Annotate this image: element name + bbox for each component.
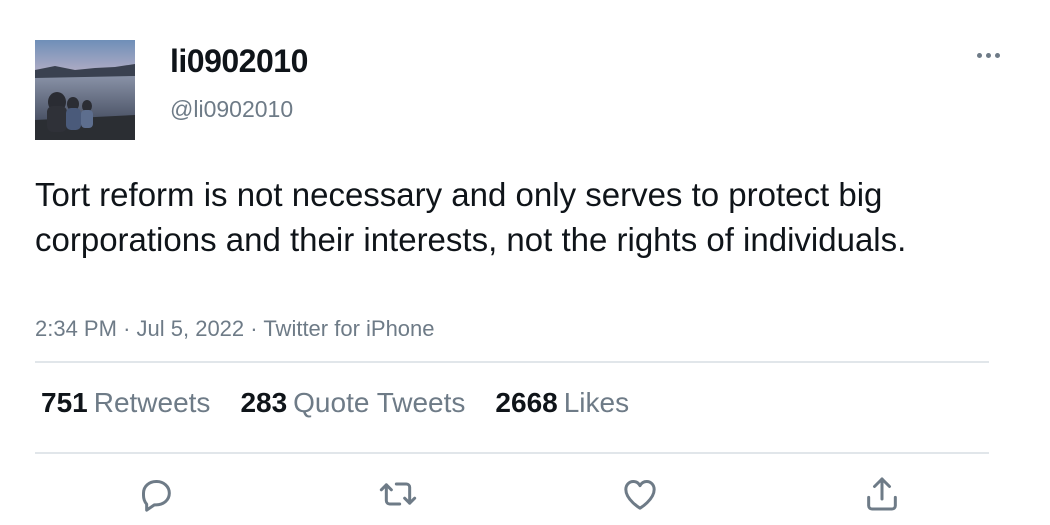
- meta-separator: ·: [250, 316, 264, 341]
- tweet-time[interactable]: 2:34 PM: [35, 316, 117, 341]
- avatar-image: [35, 40, 135, 140]
- quote-tweets-stat[interactable]: 283 Quote Tweets: [240, 387, 465, 419]
- meta-separator: ·: [123, 316, 137, 341]
- tweet-text: Tort reform is not necessary and only se…: [35, 176, 907, 258]
- more-options-icon[interactable]: [970, 40, 1006, 70]
- likes-label: Likes: [563, 387, 630, 418]
- retweets-label: Retweets: [93, 387, 211, 418]
- share-button[interactable]: [859, 472, 905, 516]
- dot: [985, 52, 991, 58]
- divider: [35, 452, 989, 454]
- dot: [994, 52, 1000, 58]
- user-handle[interactable]: @li0902010: [170, 96, 293, 123]
- tweet-metadata: 2:34 PM · Jul 5, 2022 · Twitter for iPho…: [35, 316, 435, 342]
- reply-icon: [142, 480, 171, 512]
- retweet-icon: [379, 482, 417, 506]
- likes-stat[interactable]: 2668 Likes: [495, 387, 629, 419]
- quote-tweets-count: 283: [240, 387, 288, 418]
- retweets-count: 751: [41, 387, 88, 418]
- share-icon: [867, 477, 897, 511]
- reply-button[interactable]: [133, 472, 179, 516]
- likes-count: 2668: [495, 387, 558, 418]
- like-button[interactable]: [617, 472, 663, 516]
- dot: [976, 52, 982, 58]
- tweet-date[interactable]: Jul 5, 2022: [137, 316, 245, 341]
- tweet-source[interactable]: Twitter for iPhone: [263, 316, 434, 341]
- tweet-card: li0902010 @li0902010 Tort reform is not …: [0, 0, 1050, 525]
- avatar[interactable]: [35, 40, 135, 140]
- heart-icon: [624, 480, 656, 510]
- tweet-stats: 751 Retweets 283 Quote Tweets 2668 Likes: [41, 387, 659, 419]
- retweets-stat[interactable]: 751 Retweets: [41, 387, 210, 419]
- retweet-button[interactable]: [375, 472, 421, 516]
- divider: [35, 361, 989, 363]
- quote-tweets-label: Quote Tweets: [293, 387, 466, 418]
- display-name[interactable]: li0902010: [170, 43, 308, 80]
